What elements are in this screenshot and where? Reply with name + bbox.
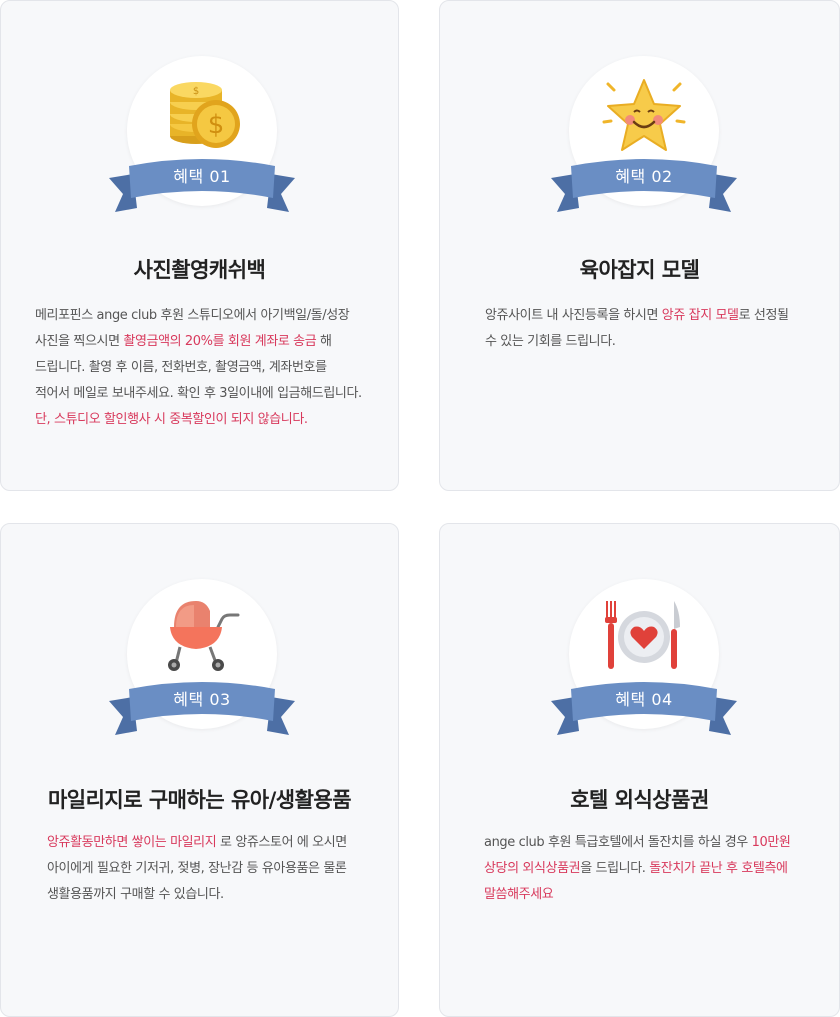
description-text: ange club 후원 특급호텔에서 돌잔치를 하실 경우 (484, 835, 752, 850)
svg-text:$: $ (193, 86, 199, 97)
benefit-card-3: 혜택 03 마일리지로 구매하는 유아/생활용품 앙쥬활동만하면 쌓이는 마일리… (0, 523, 399, 1017)
benefit-card-2: 혜택 02 육아잡지 모델 앙쥬사이트 내 사진등록을 하시면 앙쥬 잡지 모델… (439, 0, 840, 491)
benefit-number: 혜택 04 (615, 690, 673, 709)
description-text: 수 있는 기회를 드립니다. (485, 334, 616, 349)
description-text: 메리포핀스 ange club 후원 스튜디오에서 아기백일/돌/성장 (35, 308, 350, 323)
benefit-title: 호텔 외식상품권 (570, 788, 709, 812)
dining-plate-icon (605, 601, 680, 669)
benefit-badge: 혜택 04 (549, 579, 739, 739)
svg-text:$: $ (208, 110, 225, 140)
highlight-text: 앙쥬 잡지 모델 (661, 308, 739, 323)
description-text: 적어서 메일로 보내주세요. 확인 후 3일이내에 입금해드립니다. (35, 386, 362, 401)
description-line: 적어서 메일로 보내주세요. 확인 후 3일이내에 입금해드립니다. (35, 381, 371, 407)
stroller-icon (168, 601, 240, 671)
highlight-text: 돌잔치가 끝난 후 호텔측에 (649, 861, 788, 876)
description-line: 상당의 외식상품권을 드립니다. 돌잔치가 끝난 후 호텔측에 (484, 856, 814, 882)
description-line: 앙쥬사이트 내 사진등록을 하시면 앙쥬 잡지 모델로 선정될 (485, 303, 805, 329)
benefit-number: 혜택 02 (615, 167, 673, 186)
highlight-text: 말씀해주세요 (484, 887, 554, 902)
benefit-description: ange club 후원 특급호텔에서 돌잔치를 하실 경우 10만원 상당의 외… (484, 830, 814, 908)
highlight-text: 촬영금액의 20%를 회원 계좌로 송금 (123, 334, 317, 349)
description-text: 생활용품까지 구매할 수 있습니다. (47, 887, 224, 902)
benefit-badge: $ $ 혜택 01 (107, 56, 297, 216)
highlight-text: 단, 스튜디오 할인행사 시 중복할인이 되지 않습니다. (35, 412, 308, 427)
description-line: 사진을 찍으시면 촬영금액의 20%를 회원 계좌로 송금 해 (35, 329, 371, 355)
description-line: 드립니다. 촬영 후 이름, 전화번호, 촬영금액, 계좌번호를 (35, 355, 371, 381)
benefit-number: 혜택 03 (173, 690, 231, 709)
benefit-title: 육아잡지 모델 (579, 258, 700, 282)
description-line: 메리포핀스 ange club 후원 스튜디오에서 아기백일/돌/성장 (35, 303, 371, 329)
description-text: 앙쥬사이트 내 사진등록을 하시면 (485, 308, 662, 323)
description-line: 앙쥬활동만하면 쌓이는 마일리지 로 앙쥬스토어 에 오시면 (47, 830, 367, 856)
benefit-badge: 혜택 02 (549, 56, 739, 216)
highlight-text: 상당의 외식상품권 (484, 861, 581, 876)
description-text: 드립니다. 촬영 후 이름, 전화번호, 촬영금액, 계좌번호를 (35, 360, 327, 375)
highlight-text: 10만원 (751, 835, 791, 850)
benefit-badge: 혜택 03 (107, 579, 297, 739)
description-line: 생활용품까지 구매할 수 있습니다. (47, 882, 367, 908)
description-line: 단, 스튜디오 할인행사 시 중복할인이 되지 않습니다. (35, 407, 371, 433)
description-line: 수 있는 기회를 드립니다. (485, 329, 805, 355)
benefit-card-4: 혜택 04 호텔 외식상품권 ange club 후원 특급호텔에서 돌잔치를 … (439, 523, 840, 1017)
description-text: 로 선정될 (738, 308, 789, 323)
description-text: 로 앙쥬스토어 에 오시면 (216, 835, 347, 850)
description-line: 말씀해주세요 (484, 882, 814, 908)
description-text: 해 (316, 334, 332, 349)
description-text: 아이에게 필요한 기저귀, 젖병, 장난감 등 유아용품은 물론 (47, 861, 347, 876)
description-line: 아이에게 필요한 기저귀, 젖병, 장난감 등 유아용품은 물론 (47, 856, 367, 882)
highlight-text: 앙쥬활동만하면 쌓이는 마일리지 (47, 835, 217, 850)
description-line: ange club 후원 특급호텔에서 돌잔치를 하실 경우 10만원 (484, 830, 814, 856)
benefit-card-1: $ $ 혜택 01 사진촬영캐쉬백 메리포핀스 ange club 후원 스튜디… (0, 0, 399, 491)
benefit-description: 메리포핀스 ange club 후원 스튜디오에서 아기백일/돌/성장사진을 찍… (35, 303, 371, 433)
benefit-title: 마일리지로 구매하는 유아/생활용품 (47, 788, 352, 812)
description-text: 을 드립니다. (580, 861, 650, 876)
benefit-number: 혜택 01 (173, 167, 231, 186)
benefit-description: 앙쥬사이트 내 사진등록을 하시면 앙쥬 잡지 모델로 선정될수 있는 기회를 … (485, 303, 805, 355)
star-face-icon (602, 79, 686, 151)
benefit-title: 사진촬영캐쉬백 (133, 258, 266, 282)
description-text: 사진을 찍으시면 (35, 334, 124, 349)
coins-icon: $ $ (170, 82, 240, 148)
benefit-description: 앙쥬활동만하면 쌓이는 마일리지 로 앙쥬스토어 에 오시면 아이에게 필요한 … (47, 830, 367, 908)
